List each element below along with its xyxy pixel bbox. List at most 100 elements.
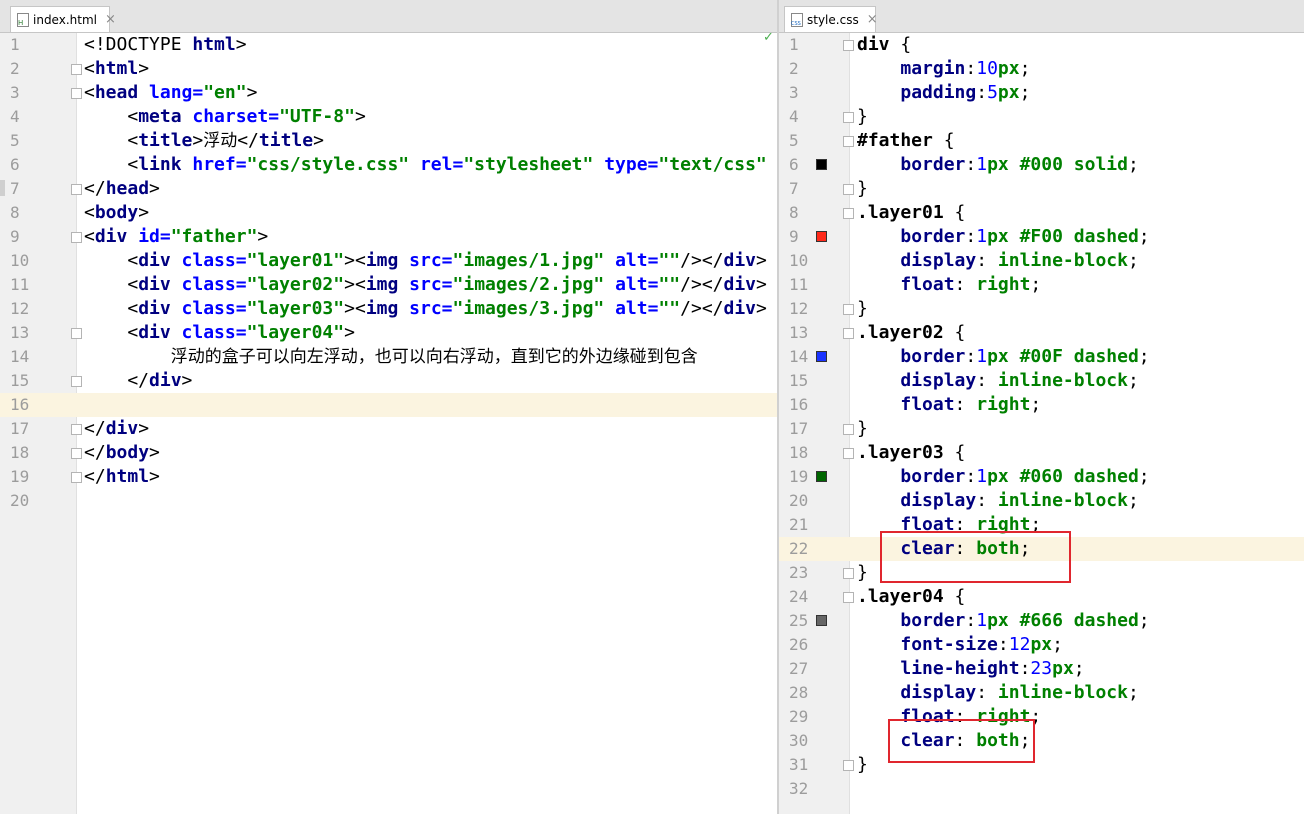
code-line[interactable]: 12}: [779, 297, 1304, 321]
code-line[interactable]: 1 div {: [779, 33, 1304, 57]
code-line[interactable]: 19 border:1px #060 dashed;: [779, 465, 1304, 489]
code-line[interactable]: 20 display: inline-block;: [779, 489, 1304, 513]
code-line[interactable]: 8 .layer01 {: [779, 201, 1304, 225]
fold-marker-icon[interactable]: [71, 88, 82, 99]
editor-pane-html[interactable]: H index.html × 1 <!DOCTYPE html> 2 <html> 3 <…: [0, 0, 777, 814]
fold-marker-icon[interactable]: [71, 448, 82, 459]
line-number: 15: [10, 371, 30, 390]
code-line[interactable]: 18 </body>: [0, 441, 777, 465]
code-token: title: [138, 130, 193, 151]
code-line[interactable]: 10 <div class="layer01"><img src="images…: [0, 249, 777, 273]
code-line[interactable]: 15 display: inline-block;: [779, 369, 1304, 393]
code-line[interactable]: 17}: [779, 417, 1304, 441]
fold-marker-icon[interactable]: [71, 328, 82, 339]
code-text: </body>: [84, 441, 160, 465]
color-swatch-icon[interactable]: [816, 159, 827, 170]
fold-marker-icon[interactable]: [843, 568, 854, 579]
code-token: px #000 solid: [987, 154, 1128, 175]
code-line[interactable]: 5 #father {: [779, 129, 1304, 153]
code-token: ;: [1127, 490, 1139, 511]
fold-marker-icon[interactable]: [71, 472, 82, 483]
code-line[interactable]: 14 border:1px #00F dashed;: [779, 345, 1304, 369]
color-swatch-icon[interactable]: [816, 351, 827, 362]
code-token: 1: [976, 610, 988, 631]
code-line[interactable]: 28 display: inline-block;: [779, 681, 1304, 705]
code-line[interactable]: 7}: [779, 177, 1304, 201]
code-line[interactable]: 3 <head lang="en">: [0, 81, 777, 105]
editor-pane-css[interactable]: CSS style.css × 1 div {2 margin:10px; 3 pa…: [779, 0, 1304, 814]
code-token: ;: [1127, 250, 1139, 271]
code-line[interactable]: 4}: [779, 105, 1304, 129]
line-number: 19: [10, 467, 30, 486]
code-line[interactable]: 16: [0, 393, 777, 417]
code-line[interactable]: 5 <title>浮动</title>: [0, 129, 777, 153]
fold-marker-icon[interactable]: [843, 112, 854, 123]
fold-marker-icon[interactable]: [71, 64, 82, 75]
right-tab-bar: CSS style.css ×: [779, 0, 1304, 33]
code-line[interactable]: 8 <body>: [0, 201, 777, 225]
svg-text:CSS: CSS: [791, 21, 801, 27]
tab-index-html[interactable]: H index.html ×: [10, 6, 116, 32]
code-text: margin:10px;: [857, 57, 1030, 81]
code-line[interactable]: 1 <!DOCTYPE html>: [0, 33, 777, 57]
code-line[interactable]: 31}: [779, 753, 1304, 777]
code-line[interactable]: 19 </html>: [0, 465, 777, 489]
code-text: }: [857, 753, 868, 777]
code-line[interactable]: 6 border:1px #000 solid;: [779, 153, 1304, 177]
color-swatch-icon[interactable]: [816, 615, 827, 626]
fold-marker-icon[interactable]: [843, 760, 854, 771]
line-number: 3: [10, 83, 20, 102]
code-line[interactable]: 15 </div>: [0, 369, 777, 393]
code-line[interactable]: 18 .layer03 {: [779, 441, 1304, 465]
code-line[interactable]: 32: [779, 777, 1304, 801]
tab-style-css[interactable]: CSS style.css ×: [784, 6, 878, 32]
code-line[interactable]: 12 <div class="layer03"><img src="images…: [0, 297, 777, 321]
code-line[interactable]: 20: [0, 489, 777, 513]
code-line[interactable]: 9 <div id="father">: [0, 225, 777, 249]
code-line[interactable]: 26 font-size:12px;: [779, 633, 1304, 657]
code-token: div: [857, 34, 901, 55]
code-line[interactable]: 25 border:1px #666 dashed;: [779, 609, 1304, 633]
color-swatch-icon[interactable]: [816, 471, 827, 482]
code-line[interactable]: 11 <div class="layer02"><img src="images…: [0, 273, 777, 297]
code-line[interactable]: 29 float: right;: [779, 705, 1304, 729]
fold-marker-icon[interactable]: [71, 424, 82, 435]
code-line[interactable]: 6 <link href="css/style.css" rel="styles…: [0, 153, 777, 177]
code-line[interactable]: 11 float: right;: [779, 273, 1304, 297]
code-token: ;: [1138, 346, 1150, 367]
code-line[interactable]: 2 <html>: [0, 57, 777, 81]
code-line[interactable]: 17 </div>: [0, 417, 777, 441]
code-token: px: [1052, 658, 1074, 679]
fold-marker-icon[interactable]: [843, 208, 854, 219]
fold-marker-icon[interactable]: [843, 448, 854, 459]
code-line[interactable]: 13 .layer02 {: [779, 321, 1304, 345]
fold-marker-icon[interactable]: [843, 184, 854, 195]
close-icon[interactable]: ×: [867, 12, 878, 27]
fold-marker-icon[interactable]: [71, 376, 82, 387]
close-icon[interactable]: ×: [105, 12, 116, 27]
color-swatch-icon[interactable]: [816, 231, 827, 242]
code-line[interactable]: 24 .layer04 {: [779, 585, 1304, 609]
code-line[interactable]: 4 <meta charset="UTF-8">: [0, 105, 777, 129]
line-number: 17: [789, 419, 809, 438]
fold-marker-icon[interactable]: [71, 184, 82, 195]
fold-marker-icon[interactable]: [71, 232, 82, 243]
fold-marker-icon[interactable]: [843, 592, 854, 603]
fold-marker-icon[interactable]: [843, 424, 854, 435]
code-line[interactable]: 10 display: inline-block;: [779, 249, 1304, 273]
code-line[interactable]: 27 line-height:23px;: [779, 657, 1304, 681]
fold-marker-icon[interactable]: [843, 304, 854, 315]
fold-marker-icon[interactable]: [843, 136, 854, 147]
code-token: .layer02: [857, 322, 955, 343]
code-line[interactable]: 16 float: right;: [779, 393, 1304, 417]
code-token: >: [756, 298, 767, 319]
code-line[interactable]: 13 <div class="layer04">: [0, 321, 777, 345]
code-line[interactable]: 3 padding:5px;: [779, 81, 1304, 105]
code-line[interactable]: 7 </head>: [0, 177, 777, 201]
fold-marker-icon[interactable]: [843, 40, 854, 51]
code-line[interactable]: 14 浮动的盒子可以向左浮动，也可以向右浮动，直到它的外边缘碰到包含: [0, 345, 777, 369]
code-line[interactable]: 2 margin:10px;: [779, 57, 1304, 81]
code-line[interactable]: 30 clear: both;: [779, 729, 1304, 753]
fold-marker-icon[interactable]: [843, 328, 854, 339]
code-line[interactable]: 9 border:1px #F00 dashed;: [779, 225, 1304, 249]
